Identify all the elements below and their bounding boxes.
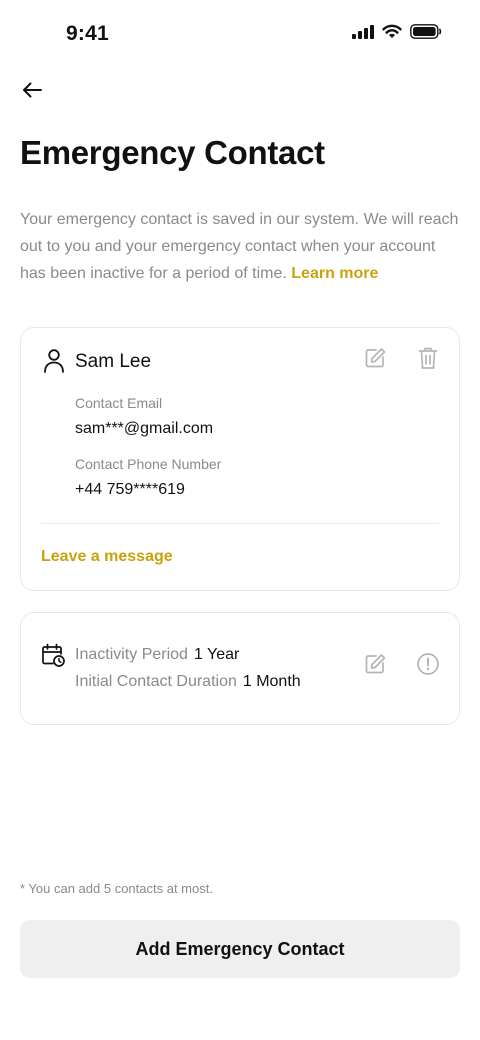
trash-icon	[418, 346, 438, 375]
intro-text: Your emergency contact is saved in our s…	[20, 206, 464, 287]
page-title: Emergency Contact	[20, 134, 325, 171]
inactivity-card: Inactivity Period 1 Year Initial Contact …	[20, 612, 460, 725]
card-divider	[41, 523, 439, 524]
person-icon	[43, 348, 65, 379]
status-icons	[352, 24, 442, 44]
initial-contact-duration-value: 1 Month	[242, 673, 301, 690]
leave-message-link[interactable]: Leave a message	[41, 548, 173, 566]
info-button[interactable]	[414, 652, 442, 680]
initial-contact-duration-label: Initial Contact Duration	[75, 673, 237, 690]
contact-email-value: sam***@gmail.com	[75, 420, 214, 437]
status-time: 9:41	[66, 22, 109, 45]
arrow-left-icon	[21, 81, 43, 104]
contacts-limit-note: * You can add 5 contacts at most.	[20, 881, 213, 896]
wifi-icon	[382, 24, 402, 44]
battery-icon	[410, 24, 442, 44]
calendar-clock-icon	[41, 643, 65, 672]
inactivity-period-value: 1 Year	[193, 646, 240, 663]
edit-inactivity-button[interactable]	[361, 652, 389, 680]
learn-more-link[interactable]: Learn more	[291, 265, 378, 282]
initial-contact-duration-row: Initial Contact Duration 1 Month	[75, 673, 301, 691]
info-icon	[416, 652, 440, 681]
status-bar: 9:41	[0, 0, 480, 70]
inactivity-period-label: Inactivity Period	[75, 646, 188, 663]
add-emergency-contact-button[interactable]: Add Emergency Contact	[20, 920, 460, 978]
intro-body: Your emergency contact is saved in our s…	[20, 211, 459, 282]
contact-name: Sam Lee	[75, 351, 152, 372]
contact-phone-label: Contact Phone Number	[75, 456, 222, 472]
back-button[interactable]	[16, 78, 48, 106]
edit-contact-button[interactable]	[361, 346, 389, 374]
contact-email-label: Contact Email	[75, 395, 163, 411]
contact-card: Sam Lee Contact Email sam***@gmail.com C…	[20, 327, 460, 591]
inactivity-period-row: Inactivity Period 1 Year	[75, 646, 239, 664]
delete-contact-button[interactable]	[414, 346, 442, 374]
edit-icon	[364, 347, 386, 374]
contact-phone-value: +44 759****619	[75, 481, 185, 498]
signal-icon	[352, 24, 374, 44]
edit-icon	[364, 653, 386, 680]
